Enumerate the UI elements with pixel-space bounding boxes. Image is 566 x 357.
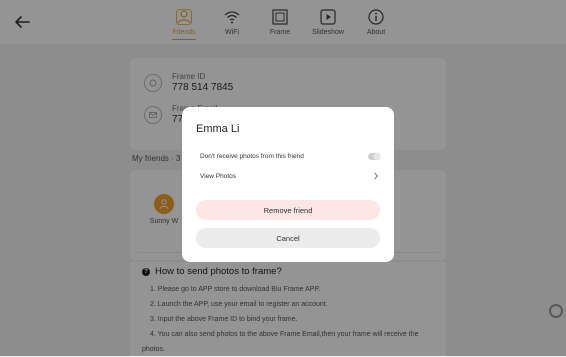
dialog-title: Emma Li bbox=[196, 123, 240, 135]
chevron-right-icon bbox=[374, 172, 379, 180]
block-photos-row[interactable]: Don't receive photos from this friend bbox=[200, 149, 380, 163]
block-photos-label: Don't receive photos from this friend bbox=[200, 152, 304, 160]
view-photos-label: View Photos bbox=[200, 172, 237, 180]
view-photos-row[interactable]: View Photos bbox=[200, 169, 380, 183]
cancel-button[interactable]: Cancel bbox=[196, 228, 380, 248]
remove-friend-button[interactable]: Remove friend bbox=[196, 200, 380, 220]
friend-options-dialog: Emma Li Don't receive photos from this f… bbox=[182, 107, 394, 262]
block-photos-toggle[interactable] bbox=[368, 152, 380, 160]
